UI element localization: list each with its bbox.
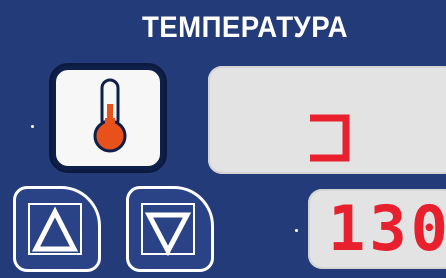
temperature-value-display: 130 bbox=[308, 189, 446, 269]
panel-title: ТЕМПЕРАТУРА bbox=[141, 11, 349, 44]
increase-button[interactable] bbox=[13, 186, 101, 272]
thermometer-icon bbox=[93, 78, 127, 153]
indicator-dot bbox=[31, 125, 34, 128]
triangle-up-icon bbox=[31, 206, 79, 252]
mode-display: ɔ bbox=[208, 66, 446, 174]
indicator-dot bbox=[295, 229, 298, 232]
temperature-value: 130 bbox=[328, 192, 446, 265]
triangle-down-icon bbox=[144, 212, 192, 257]
decrease-button[interactable] bbox=[126, 186, 214, 272]
temperature-button[interactable] bbox=[49, 63, 167, 173]
control-panel: ТЕМПЕРАТУРА ɔ 130 bbox=[0, 0, 446, 278]
segment-symbol bbox=[310, 114, 350, 162]
